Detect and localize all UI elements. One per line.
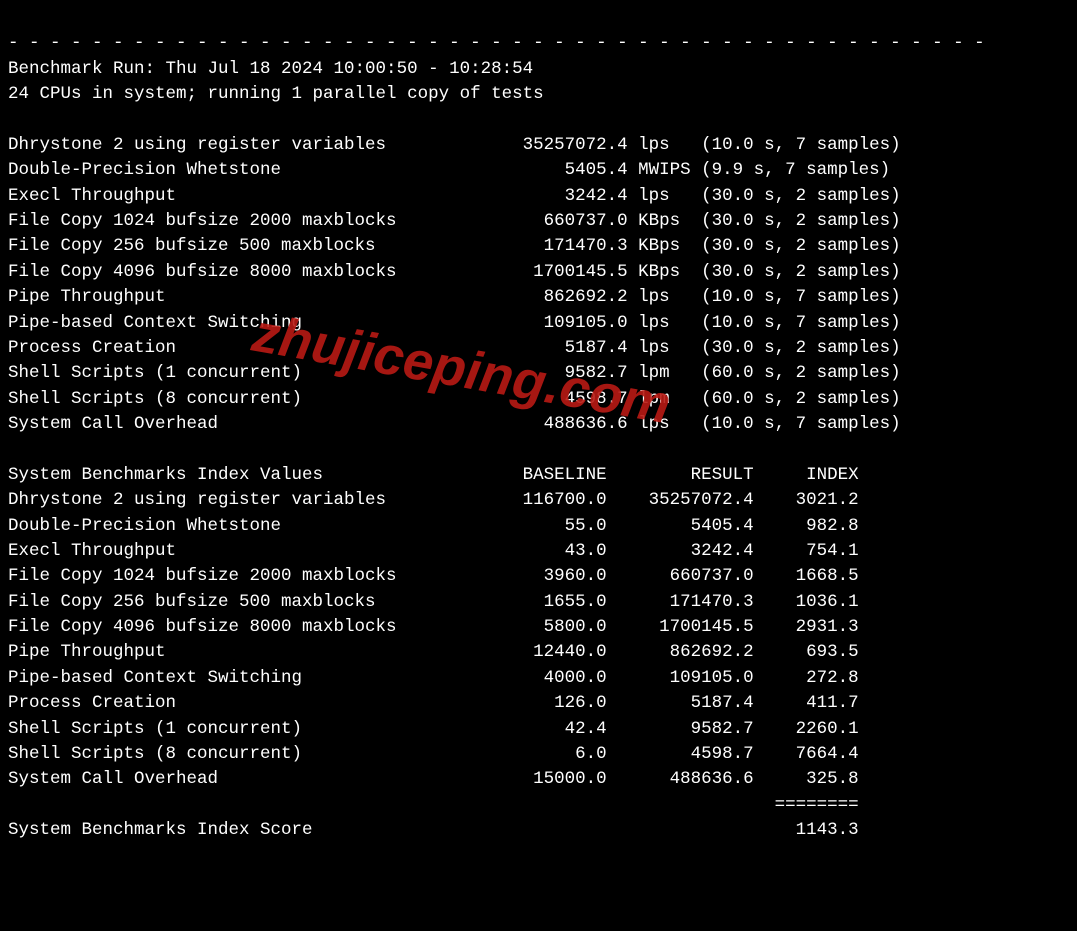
index-table-block: System Benchmarks Index Values BASELINE … [8, 465, 859, 840]
terminal-output: - - - - - - - - - - - - - - - - - - - - … [0, 0, 1077, 883]
test-results-block: Dhrystone 2 using register variables 352… [8, 135, 901, 434]
benchmark-run-line: Benchmark Run: Thu Jul 18 2024 10:00:50 … [8, 59, 533, 79]
cpu-info-line: 24 CPUs in system; running 1 parallel co… [8, 84, 544, 104]
separator-line: - - - - - - - - - - - - - - - - - - - - … [8, 33, 985, 53]
